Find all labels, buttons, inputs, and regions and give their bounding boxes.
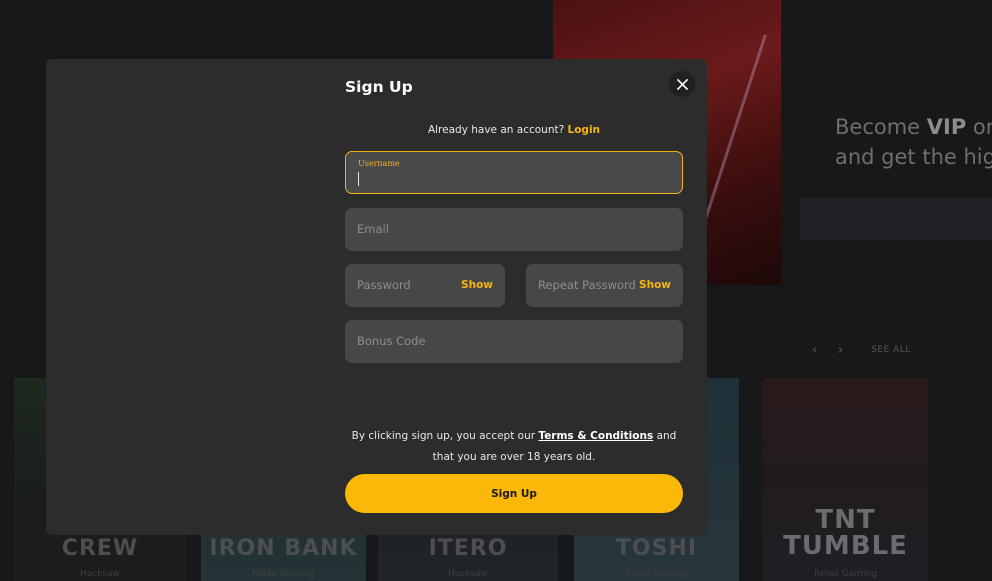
email-field[interactable]: Email: [345, 208, 683, 251]
password-placeholder: Password: [357, 278, 411, 292]
vip-promo-button: [800, 198, 992, 240]
chevron-right-icon: ›: [837, 342, 844, 358]
repeat-password-field[interactable]: Repeat Password Show: [526, 264, 683, 307]
signup-submit-button[interactable]: Sign Up: [345, 474, 683, 513]
repeat-password-placeholder: Repeat Password: [538, 278, 636, 292]
password-field[interactable]: Password Show: [345, 264, 505, 307]
chevron-left-icon: ‹: [812, 342, 818, 358]
repeat-password-show-toggle[interactable]: Show: [639, 279, 671, 291]
close-button[interactable]: [669, 71, 695, 97]
bonus-code-placeholder: Bonus Code: [357, 334, 426, 348]
vip-promo-text: Become VIP on and get the hig: [835, 115, 992, 169]
username-field[interactable]: Username: [345, 151, 683, 194]
text-caret: [358, 172, 359, 186]
login-link[interactable]: Login: [568, 124, 601, 136]
games-carousel-controls: ‹ › SEE ALL: [812, 342, 911, 358]
game-tile: TNT TUMBLE Relax Gaming: [763, 378, 928, 581]
see-all-link: SEE ALL: [871, 345, 911, 355]
terms-conditions-link[interactable]: Terms & Conditions: [538, 430, 653, 442]
username-label: Username: [358, 159, 400, 168]
close-icon: [676, 78, 688, 90]
bonus-code-field[interactable]: Bonus Code: [345, 320, 683, 363]
login-prompt: Already have an account? Login: [427, 124, 601, 136]
modal-title: Sign Up: [345, 78, 413, 96]
terms-notice: By clicking sign up, you accept our Term…: [351, 430, 677, 463]
password-show-toggle[interactable]: Show: [461, 279, 493, 291]
email-placeholder: Email: [357, 222, 389, 236]
signup-modal: Sign Up Already have an account? Login U…: [46, 59, 707, 535]
